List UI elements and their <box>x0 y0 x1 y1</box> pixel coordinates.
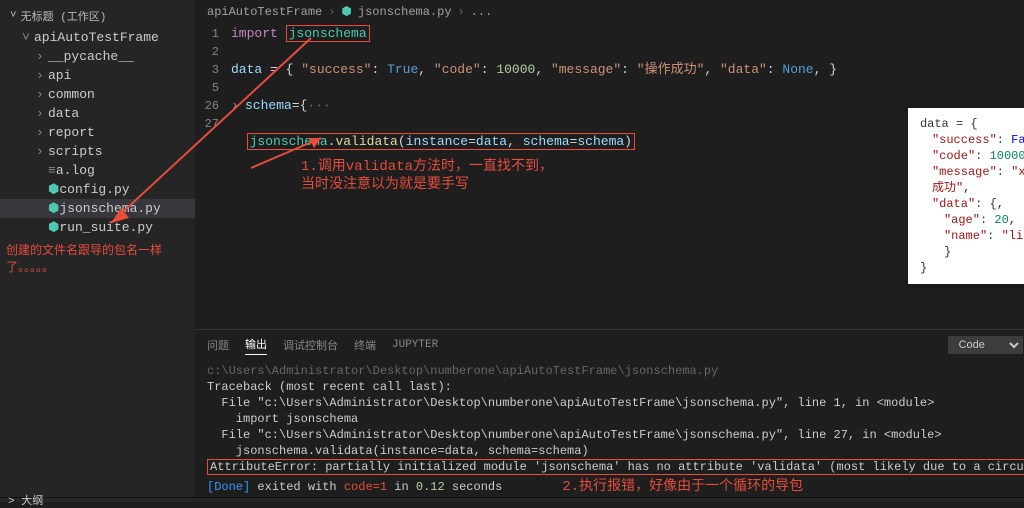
workspace-title: 无标题 (工作区) <box>21 8 107 24</box>
folder-item[interactable]: ›common <box>0 85 195 104</box>
file-item[interactable]: ⬢ config.py <box>0 180 195 199</box>
folder-item[interactable]: ›api <box>0 66 195 85</box>
breadcrumb-more[interactable]: ... <box>471 5 493 19</box>
line-gutter: 1 2 3 5 26 27 <box>195 23 231 329</box>
item-label: a.log <box>56 163 95 178</box>
item-label: common <box>48 87 95 102</box>
folder-item[interactable]: ›data <box>0 104 195 123</box>
breadcrumb[interactable]: apiAutoTestFrame › ⬢ jsonschema.py › ... <box>195 0 1024 23</box>
folder-label: apiAutoTestFrame <box>34 30 159 45</box>
tab-jupyter[interactable]: JUPYTER <box>392 337 438 353</box>
annotation-filename: 创建的文件名跟导的包名一样了。。。。。 <box>0 237 195 279</box>
output-channel-select[interactable]: Code <box>948 336 1023 354</box>
error-line: AttributeError: partially initialized mo… <box>207 459 1024 475</box>
breadcrumb-part[interactable]: apiAutoTestFrame <box>207 5 322 19</box>
hover-tooltip: data = { "success": False,"code": 10000,… <box>908 108 1024 284</box>
file-item[interactable]: ≡ a.log <box>0 161 195 180</box>
chevron-down-icon: ˅ <box>22 30 34 45</box>
chevron-right-icon: › <box>328 5 335 19</box>
item-label: data <box>48 106 79 121</box>
file-item[interactable]: ⬢ jsonschema.py <box>0 199 195 218</box>
item-label: report <box>48 125 95 140</box>
editor-area: apiAutoTestFrame › ⬢ jsonschema.py › ...… <box>195 0 1024 497</box>
tab-output[interactable]: 输出 <box>245 334 267 355</box>
terminal-output[interactable]: c:\Users\Administrator\Desktop\numberone… <box>195 359 1024 497</box>
tab-terminal[interactable]: 终端 <box>354 335 376 355</box>
bottom-panel: 问题 输出 调试控制台 终端 JUPYTER Code ≡ 🔓 ▯ ⋯ c:\U… <box>195 329 1024 497</box>
chevron-right-icon: › <box>458 5 465 19</box>
annotation-2: 2.执行报错，好像由于一个循环的导包 <box>562 479 803 495</box>
item-label: api <box>48 68 71 83</box>
breadcrumb-part[interactable]: jsonschema.py <box>358 5 452 19</box>
item-label: config.py <box>59 182 129 197</box>
file-item[interactable]: ⬢ run_suite.py <box>0 218 195 237</box>
explorer-header: ˅ 无标题 (工作区) <box>0 4 195 28</box>
code-editor[interactable]: 1 2 3 5 26 27 import jsonschema data = {… <box>195 23 1024 329</box>
folder-root[interactable]: ˅ apiAutoTestFrame <box>0 28 195 47</box>
folder-item[interactable]: ›report <box>0 123 195 142</box>
folder-item[interactable]: ›__pycache__ <box>0 47 195 66</box>
tab-problems[interactable]: 问题 <box>207 335 229 355</box>
panel-tabs: 问题 输出 调试控制台 终端 JUPYTER Code ≡ 🔓 ▯ ⋯ <box>195 330 1024 359</box>
status-bar: > 大纲 <box>0 497 1024 502</box>
chevron-down-icon: ˅ <box>10 10 17 22</box>
item-label: jsonschema.py <box>59 201 160 216</box>
item-label: run_suite.py <box>59 220 153 235</box>
fold-icon[interactable]: › <box>231 97 245 115</box>
folder-item[interactable]: ›scripts <box>0 142 195 161</box>
item-label: __pycache__ <box>48 49 134 64</box>
item-label: scripts <box>48 144 103 159</box>
file-explorer: ˅ 无标题 (工作区) ˅ apiAutoTestFrame ›__pycach… <box>0 0 195 497</box>
annotation-1: 1.调用validata方法时，一直找不到， 当时没注意以为就是要手写 <box>301 158 553 194</box>
tab-debug[interactable]: 调试控制台 <box>283 335 338 355</box>
